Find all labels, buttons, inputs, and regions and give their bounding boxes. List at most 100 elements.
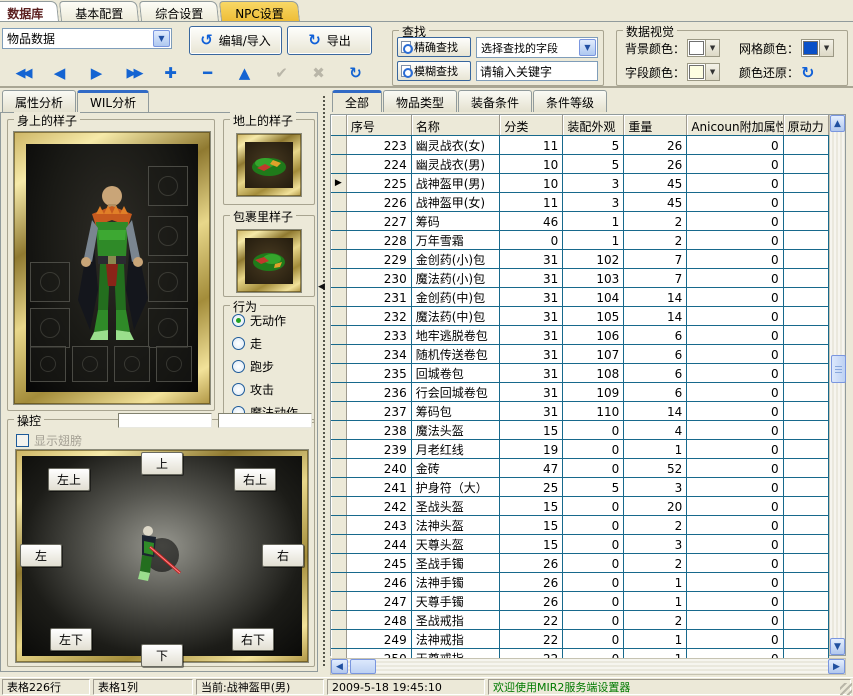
search-field-select[interactable]: 选择查找的字段 ▼ (476, 37, 598, 58)
column-header-Anicoun附加属性[interactable]: Anicoun附加属性 (687, 115, 783, 135)
main-tab-综合设置[interactable]: 综合设置 (139, 1, 219, 22)
scroll-left-icon[interactable]: ◀ (331, 659, 348, 674)
edit-import-button[interactable]: ↺ 编辑/导入 (189, 26, 282, 55)
horizontal-scroll-thumb[interactable] (350, 659, 376, 674)
table-row[interactable]: 230魔法药(小)包3110370 (331, 269, 829, 288)
column-header-重量[interactable]: 重量 (624, 115, 687, 135)
table-row[interactable]: 231金创药(中)包31104140 (331, 288, 829, 307)
nav-next-icon[interactable]: ▶ (78, 64, 115, 82)
filter-tab-装备条件[interactable]: 装备条件 (458, 90, 532, 112)
nav-prev-icon[interactable]: ◀ (41, 64, 78, 82)
table-row[interactable]: 247天尊手镯26010 (331, 592, 829, 611)
chevron-down-icon[interactable]: ▼ (705, 64, 719, 80)
table-row[interactable]: 234随机传送卷包3110760 (331, 345, 829, 364)
dataset-select[interactable]: 物品数据 ▼ (2, 28, 172, 49)
analysis-tab-WIL分析[interactable]: WIL分析 (77, 90, 149, 112)
direction-button-downleft[interactable]: 左下 (50, 628, 92, 651)
radio-icon[interactable] (232, 314, 245, 327)
table-row[interactable]: 223幽灵战衣(女)115260 (331, 136, 829, 155)
column-header-装配外观[interactable]: 装配外观 (563, 115, 624, 135)
nav-edit-icon[interactable]: ▲ (226, 64, 263, 82)
action-radio-攻击[interactable]: 攻击 (232, 381, 314, 398)
table-row[interactable]: 233地牢逃脱卷包3110660 (331, 326, 829, 345)
table-row[interactable]: 228万年雪霜0120 (331, 231, 829, 250)
vertical-scroll-track[interactable] (830, 132, 845, 638)
column-header-序号[interactable]: 序号 (347, 115, 412, 135)
table-row[interactable]: 246法神手镯26010 (331, 573, 829, 592)
column-header-名称[interactable]: 名称 (412, 115, 501, 135)
nav-add-icon[interactable]: ✚ (152, 64, 189, 82)
chevron-down-icon[interactable]: ▼ (819, 40, 833, 56)
exact-search-button[interactable]: 精确查找 (397, 37, 471, 57)
nav-remove-icon[interactable]: ━ (189, 64, 226, 82)
ground-preview[interactable] (245, 142, 293, 188)
direction-button-upleft[interactable]: 左上 (48, 468, 90, 491)
vertical-scroll-thumb[interactable] (831, 355, 846, 383)
table-row[interactable]: 238魔法头盔15040 (331, 421, 829, 440)
bag-preview[interactable] (245, 238, 293, 284)
panel-splitter[interactable]: ◀ (318, 90, 330, 672)
direction-button-left[interactable]: 左 (20, 544, 62, 567)
table-row[interactable]: 244天尊头盔15030 (331, 535, 829, 554)
main-tab-数据库[interactable]: 数据库 (0, 1, 59, 22)
radio-icon[interactable] (232, 360, 245, 373)
table-row[interactable]: 241护身符（大）25530 (331, 478, 829, 497)
control-input-2[interactable] (218, 413, 312, 428)
table-row[interactable]: 237筹码包31110140 (331, 402, 829, 421)
control-input-1[interactable] (118, 413, 212, 428)
table-row[interactable]: 235回城卷包3110860 (331, 364, 829, 383)
show-wings-checkbox[interactable]: 显示翅膀 (16, 432, 82, 449)
filter-tab-全部[interactable]: 全部 (332, 90, 382, 112)
radio-icon[interactable] (232, 383, 245, 396)
radio-icon[interactable] (232, 337, 245, 350)
chevron-down-icon[interactable]: ▼ (579, 39, 596, 56)
fuzzy-search-button[interactable]: 模糊查找 (397, 61, 471, 81)
table-row[interactable]: 232魔法药(中)包31105140 (331, 307, 829, 326)
column-header-分类[interactable]: 分类 (500, 115, 563, 135)
analysis-tab-属性分析[interactable]: 属性分析 (2, 90, 76, 112)
table-row[interactable]: 229金创药(小)包3110270 (331, 250, 829, 269)
filter-tab-物品类型[interactable]: 物品类型 (383, 90, 457, 112)
table-row[interactable]: 243法神头盔15020 (331, 516, 829, 535)
checkbox-box[interactable] (16, 434, 29, 447)
table-row[interactable]: 239月老红线19010 (331, 440, 829, 459)
table-row[interactable]: 236行会回城卷包3110960 (331, 383, 829, 402)
grid-color-picker[interactable]: ▼ (801, 39, 834, 57)
field-color-picker[interactable]: ▼ (687, 63, 720, 81)
nav-last-icon[interactable]: ▶▶ (115, 66, 152, 81)
collapse-left-icon[interactable]: ◀ (318, 282, 325, 292)
direction-button-upright[interactable]: 右上 (234, 468, 276, 491)
table-row[interactable]: 249法神戒指22010 (331, 630, 829, 649)
main-tab-NPC设置[interactable]: NPC设置 (219, 1, 300, 22)
bg-color-picker[interactable]: ▼ (687, 39, 720, 57)
action-radio-走[interactable]: 走 (232, 335, 314, 352)
table-row[interactable]: 245圣战手镯26020 (331, 554, 829, 573)
export-button[interactable]: ↻ 导出 (287, 26, 372, 55)
character-preview[interactable] (26, 144, 198, 392)
direction-button-downright[interactable]: 右下 (232, 628, 274, 651)
resize-grip[interactable] (840, 683, 852, 695)
nav-first-icon[interactable]: ◀◀ (4, 66, 41, 81)
scroll-right-icon[interactable]: ▶ (828, 659, 845, 674)
chevron-down-icon[interactable]: ▼ (705, 40, 719, 56)
column-header-原动力[interactable]: 原动力 (784, 115, 829, 135)
action-radio-跑步[interactable]: 跑步 (232, 358, 314, 375)
color-restore-icon[interactable]: ↻ (801, 63, 814, 82)
direction-button-right[interactable]: 右 (262, 544, 304, 567)
table-row[interactable]: 240金砖470520 (331, 459, 829, 478)
filter-tab-条件等级[interactable]: 条件等级 (533, 90, 607, 112)
main-tab-基本配置[interactable]: 基本配置 (59, 1, 139, 22)
table-row[interactable]: ▶225战神盔甲(男)103450 (331, 174, 829, 193)
nav-refresh-icon[interactable]: ↻ (337, 64, 374, 82)
keyword-input[interactable] (476, 61, 598, 81)
table-row[interactable]: 248圣战戒指22020 (331, 611, 829, 630)
table-row[interactable]: 242圣战头盔150200 (331, 497, 829, 516)
horizontal-scrollbar[interactable]: ◀ ▶ (330, 658, 846, 675)
vertical-scrollbar[interactable]: ▲ ▼ (829, 115, 845, 655)
direction-button-up[interactable]: 上 (141, 452, 183, 475)
chevron-down-icon[interactable]: ▼ (153, 30, 170, 47)
table-row[interactable]: 227筹码46120 (331, 212, 829, 231)
scroll-down-icon[interactable]: ▼ (830, 638, 845, 655)
table-row[interactable]: 226战神盔甲(女)113450 (331, 193, 829, 212)
horizontal-scroll-track[interactable] (348, 659, 828, 674)
